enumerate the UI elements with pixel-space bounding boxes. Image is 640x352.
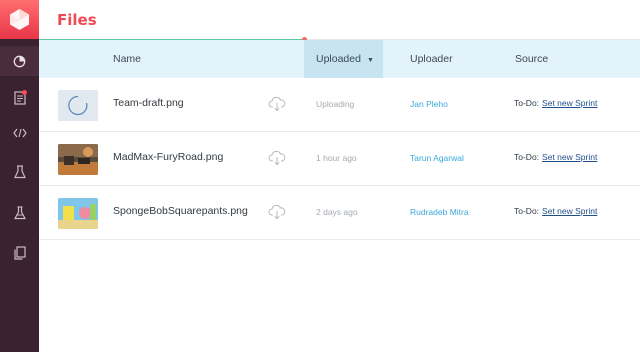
title-bar: Files <box>39 0 640 42</box>
dashboard-icon <box>13 55 26 67</box>
hexagon-logo-icon <box>10 9 29 30</box>
uploaded-time: Uploading <box>316 99 355 109</box>
download-cloud-icon[interactable] <box>268 96 286 116</box>
sidebar-item-tests[interactable] <box>0 198 39 228</box>
sidebar-item-dashboard[interactable] <box>0 46 39 76</box>
column-header-name[interactable]: Name <box>113 40 141 78</box>
source-prefix: To-Do: <box>514 206 540 216</box>
download-cloud-icon[interactable] <box>268 150 286 170</box>
loading-spinner-icon <box>58 90 98 121</box>
file-name[interactable]: Team-draft.png <box>113 97 184 109</box>
table-row[interactable]: MadMax-FuryRoad.png 1 hour ago Tarun Aga… <box>39 132 640 186</box>
notification-badge <box>22 90 27 95</box>
set-new-sprint-link[interactable]: Set new Sprint <box>542 152 597 162</box>
source-cell: To-Do: Set new Sprint <box>514 98 597 108</box>
file-thumbnail <box>58 198 98 229</box>
flask-icon <box>13 165 26 179</box>
uploader-link[interactable]: Jan Pleho <box>410 99 448 109</box>
file-thumbnail <box>58 144 98 175</box>
set-new-sprint-link[interactable]: Set new Sprint <box>542 98 597 108</box>
source-cell: To-Do: Set new Sprint <box>514 152 597 162</box>
download-cloud-icon[interactable] <box>268 204 286 224</box>
source-cell: To-Do: Set new Sprint <box>514 206 597 216</box>
file-thumbnail <box>58 90 98 121</box>
sidebar <box>0 0 39 352</box>
sidebar-item-documents[interactable] <box>0 83 39 113</box>
table-header: Name Uploaded ▼ Uploader Source <box>39 40 640 78</box>
sidebar-item-lab[interactable] <box>0 157 39 187</box>
page-title: Files <box>57 11 97 29</box>
column-header-uploaded-label: Uploaded <box>316 53 361 65</box>
cartoon-image <box>58 198 98 229</box>
uploader-link[interactable]: Rudradeb Mitra <box>410 207 469 217</box>
pages-icon <box>13 246 26 260</box>
source-prefix: To-Do: <box>514 98 540 108</box>
uploader-link[interactable]: Tarun Agarwal <box>410 153 464 163</box>
beaker-icon <box>13 206 26 220</box>
file-name[interactable]: MadMax-FuryRoad.png <box>113 151 223 163</box>
column-header-uploaded[interactable]: Uploaded ▼ <box>304 40 383 78</box>
sort-descending-icon: ▼ <box>366 57 374 64</box>
table-row[interactable]: Team-draft.png Uploading Jan Pleho To-Do… <box>39 78 640 132</box>
source-prefix: To-Do: <box>514 152 540 162</box>
sidebar-item-code[interactable] <box>0 118 39 148</box>
file-name[interactable]: SpongeBobSquarepants.png <box>113 205 248 217</box>
code-icon <box>12 128 27 138</box>
table-row[interactable]: SpongeBobSquarepants.png 2 days ago Rudr… <box>39 186 640 240</box>
set-new-sprint-link[interactable]: Set new Sprint <box>542 206 597 216</box>
uploaded-time: 1 hour ago <box>316 153 357 163</box>
sidebar-item-pages[interactable] <box>0 238 39 268</box>
app-logo[interactable] <box>0 0 39 39</box>
desert-image <box>58 144 98 175</box>
uploaded-time: 2 days ago <box>316 207 358 217</box>
column-header-uploader[interactable]: Uploader <box>410 40 453 78</box>
column-header-source[interactable]: Source <box>515 40 548 78</box>
